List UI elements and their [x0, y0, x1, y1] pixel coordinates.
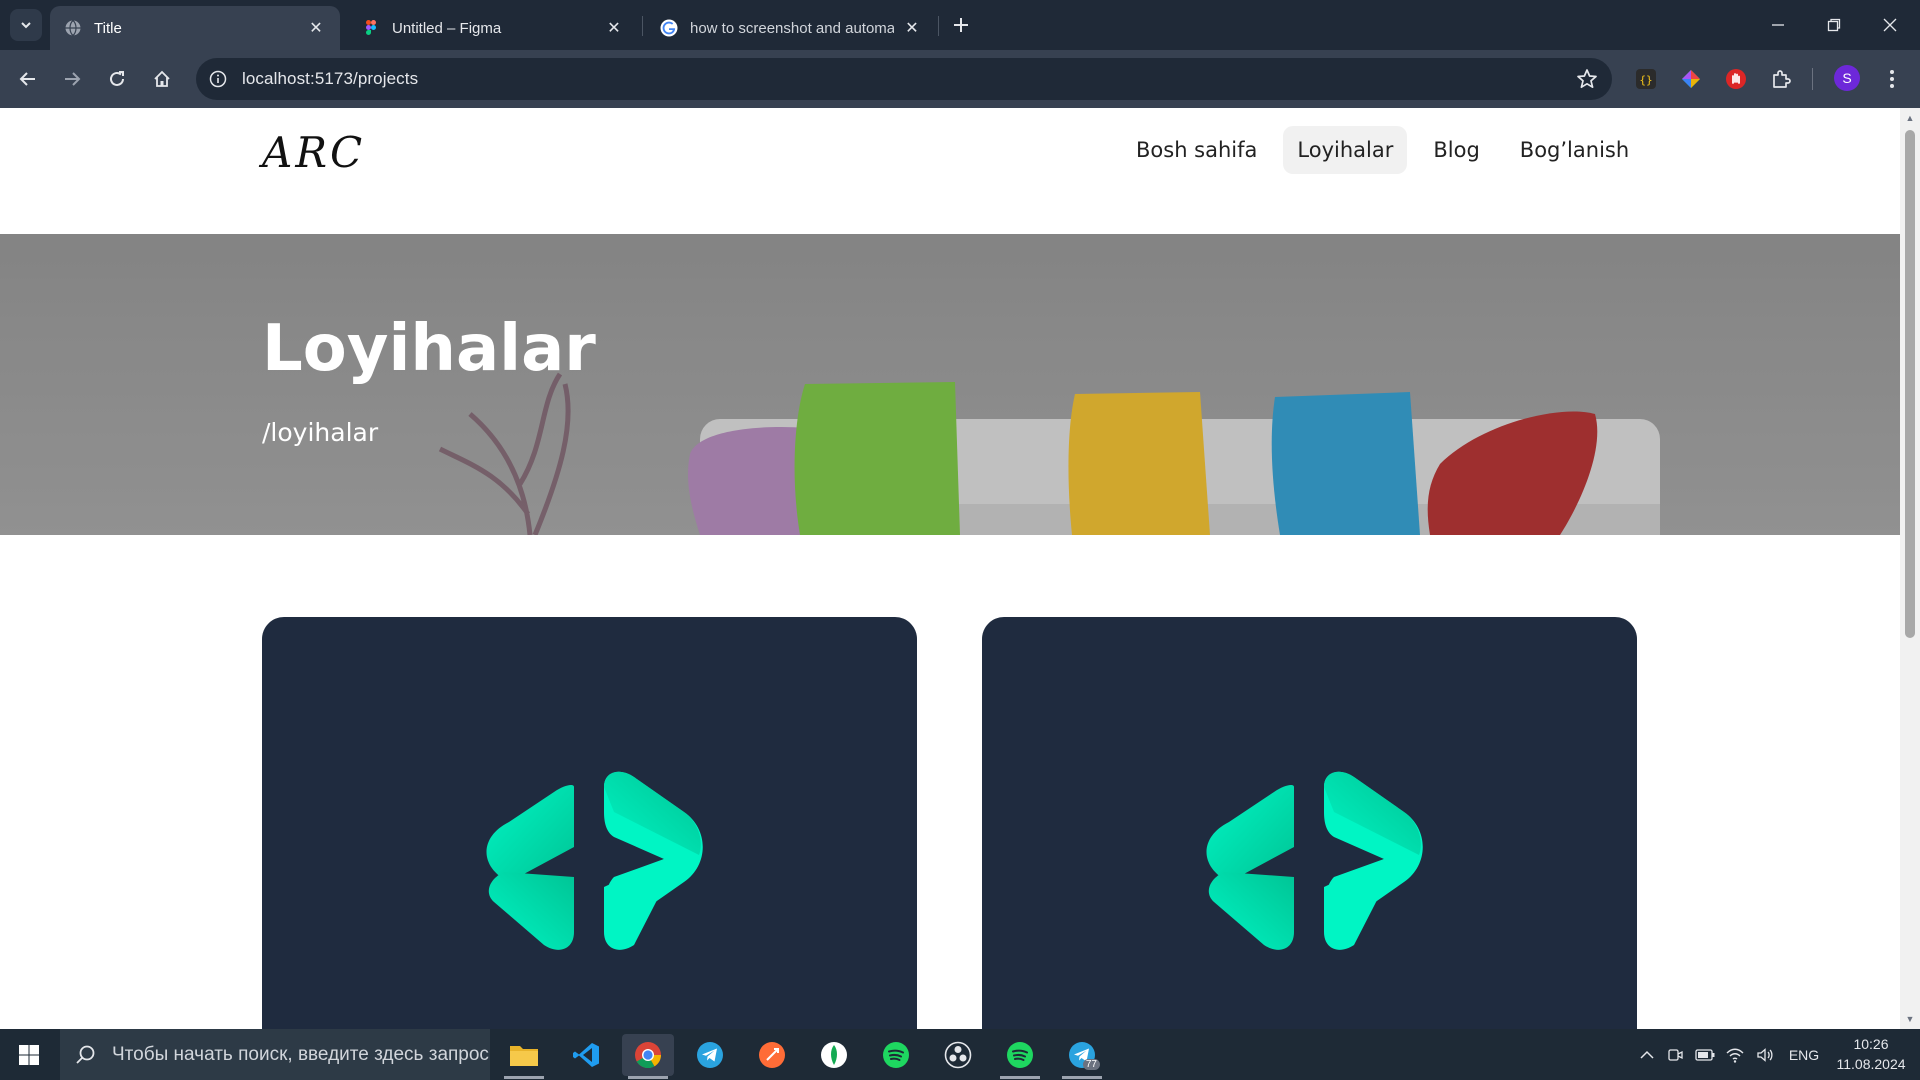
code-brackets-logo-icon [1206, 771, 1423, 950]
windows-taskbar: Чтобы начать поиск, введите здесь запрос… [0, 1029, 1920, 1080]
search-placeholder: Чтобы начать поиск, введите здесь запрос [112, 1043, 489, 1065]
tab-label: how to screenshot and automat [690, 19, 894, 37]
forward-button[interactable] [56, 63, 88, 95]
scrollbar-thumb[interactable] [1905, 130, 1915, 638]
close-window-button[interactable] [1862, 0, 1918, 50]
browser-tab-bar: Title ✕ Untitled – Figma ✕ how to screen… [0, 0, 1920, 50]
taskbar-search-box[interactable]: Чтобы начать поиск, введите здесь запрос [60, 1029, 490, 1080]
close-tab-icon[interactable]: ✕ [902, 18, 922, 38]
svg-text:{}: {} [1639, 74, 1652, 87]
chevron-up-icon [1640, 1050, 1654, 1059]
restore-icon [1827, 18, 1841, 32]
file-explorer-icon[interactable] [498, 1034, 550, 1079]
tab-label: Untitled – Figma [392, 19, 502, 37]
nav-item-projects[interactable]: Loyihalar [1283, 126, 1408, 174]
project-card[interactable] [262, 617, 917, 1029]
globe-icon [65, 20, 81, 36]
page-viewport: ARC Bosh sahifa Loyihalar Blog Bog’lanis… [0, 108, 1900, 1029]
battery-icon[interactable] [1694, 1043, 1716, 1067]
figma-icon [366, 20, 376, 35]
profile-avatar[interactable]: S [1834, 65, 1860, 91]
telegram-icon[interactable] [684, 1034, 736, 1076]
scroll-up-icon[interactable]: ▲ [1905, 113, 1915, 123]
start-button[interactable] [0, 1029, 58, 1080]
restore-button[interactable] [1806, 0, 1862, 50]
close-icon [1883, 18, 1897, 32]
vscode-icon[interactable] [560, 1034, 612, 1076]
page-title: Loyihalar [262, 312, 596, 386]
tab-separator [938, 16, 939, 36]
toolbar-separator [1812, 68, 1813, 90]
browser-menu-button[interactable] [1878, 65, 1906, 93]
obs-icon[interactable] [932, 1034, 984, 1076]
extensions-puzzle-icon[interactable] [1767, 65, 1795, 93]
main-nav: Bosh sahifa Loyihalar Blog Bog’lanish [1122, 126, 1643, 174]
hand-extension-icon[interactable] [1722, 65, 1750, 93]
hero-banner: Loyihalar /loyihalar [0, 234, 1900, 535]
arrow-left-icon [19, 72, 35, 86]
chrome-icon[interactable] [622, 1034, 674, 1079]
google-icon [660, 19, 678, 37]
search-icon [76, 1045, 95, 1064]
taskbar-clock[interactable]: 10:26 11.08.2024 [1834, 1034, 1908, 1074]
page-scrollbar[interactable]: ▲ ▼ [1900, 108, 1920, 1029]
plus-icon [954, 18, 968, 32]
nav-item-home[interactable]: Bosh sahifa [1122, 126, 1271, 174]
info-icon [209, 70, 227, 88]
bookmark-star-icon[interactable] [1576, 68, 1598, 90]
arrow-right-icon [65, 72, 81, 86]
kebab-menu-icon [1890, 70, 1894, 88]
mongodb-icon[interactable] [808, 1034, 860, 1076]
site-logo[interactable]: ARC [262, 128, 365, 177]
show-hidden-icons-button[interactable] [1636, 1043, 1658, 1067]
telegram-badge: 77 [1082, 1059, 1100, 1070]
tab-label: Title [94, 19, 122, 37]
project-card[interactable] [982, 617, 1637, 1029]
tab-title[interactable]: Title ✕ [50, 6, 340, 50]
minimize-button[interactable] [1750, 0, 1806, 50]
code-brackets-logo-icon [486, 771, 703, 950]
color-picker-extension-icon[interactable] [1677, 65, 1705, 93]
url-text[interactable]: localhost:5173/projects [242, 69, 418, 89]
meet-now-icon[interactable] [1664, 1043, 1686, 1067]
postman-icon[interactable] [746, 1034, 798, 1076]
chevron-down-icon [21, 22, 31, 29]
back-button[interactable] [12, 63, 44, 95]
nav-item-blog[interactable]: Blog [1419, 126, 1493, 174]
minimize-icon [1772, 24, 1784, 26]
home-button[interactable] [146, 63, 178, 95]
json-extension-icon[interactable]: {} [1632, 65, 1660, 93]
language-indicator[interactable]: ENG [1784, 1043, 1824, 1067]
clock-time: 10:26 [1853, 1036, 1889, 1052]
spotify-icon[interactable] [994, 1034, 1046, 1079]
site-info-button[interactable] [206, 67, 230, 91]
tab-separator [642, 16, 643, 36]
reload-icon [110, 71, 124, 86]
volume-icon[interactable] [1754, 1043, 1776, 1067]
tab-figma[interactable]: Untitled – Figma ✕ [348, 6, 638, 50]
tab-google-search[interactable]: how to screenshot and automat ✕ [646, 6, 936, 50]
telegram-icon[interactable]: 77 [1056, 1034, 1108, 1079]
spotify-icon[interactable] [870, 1034, 922, 1076]
windows-logo-icon [19, 1044, 39, 1065]
new-tab-button[interactable] [948, 12, 974, 38]
clock-date: 11.08.2024 [1836, 1056, 1906, 1072]
scroll-down-icon[interactable]: ▼ [1905, 1014, 1915, 1024]
home-icon [154, 70, 170, 87]
close-tab-icon[interactable]: ✕ [604, 18, 624, 38]
breadcrumb: /loyihalar [262, 418, 379, 447]
close-tab-icon[interactable]: ✕ [306, 18, 326, 38]
address-bar[interactable]: localhost:5173/projects [196, 58, 1612, 100]
wifi-icon[interactable] [1724, 1043, 1746, 1067]
nav-item-contact[interactable]: Bog’lanish [1506, 126, 1643, 174]
browser-toolbar: localhost:5173/projects {} S [0, 50, 1920, 108]
reload-button[interactable] [101, 63, 133, 95]
tab-search-button[interactable] [10, 9, 42, 41]
